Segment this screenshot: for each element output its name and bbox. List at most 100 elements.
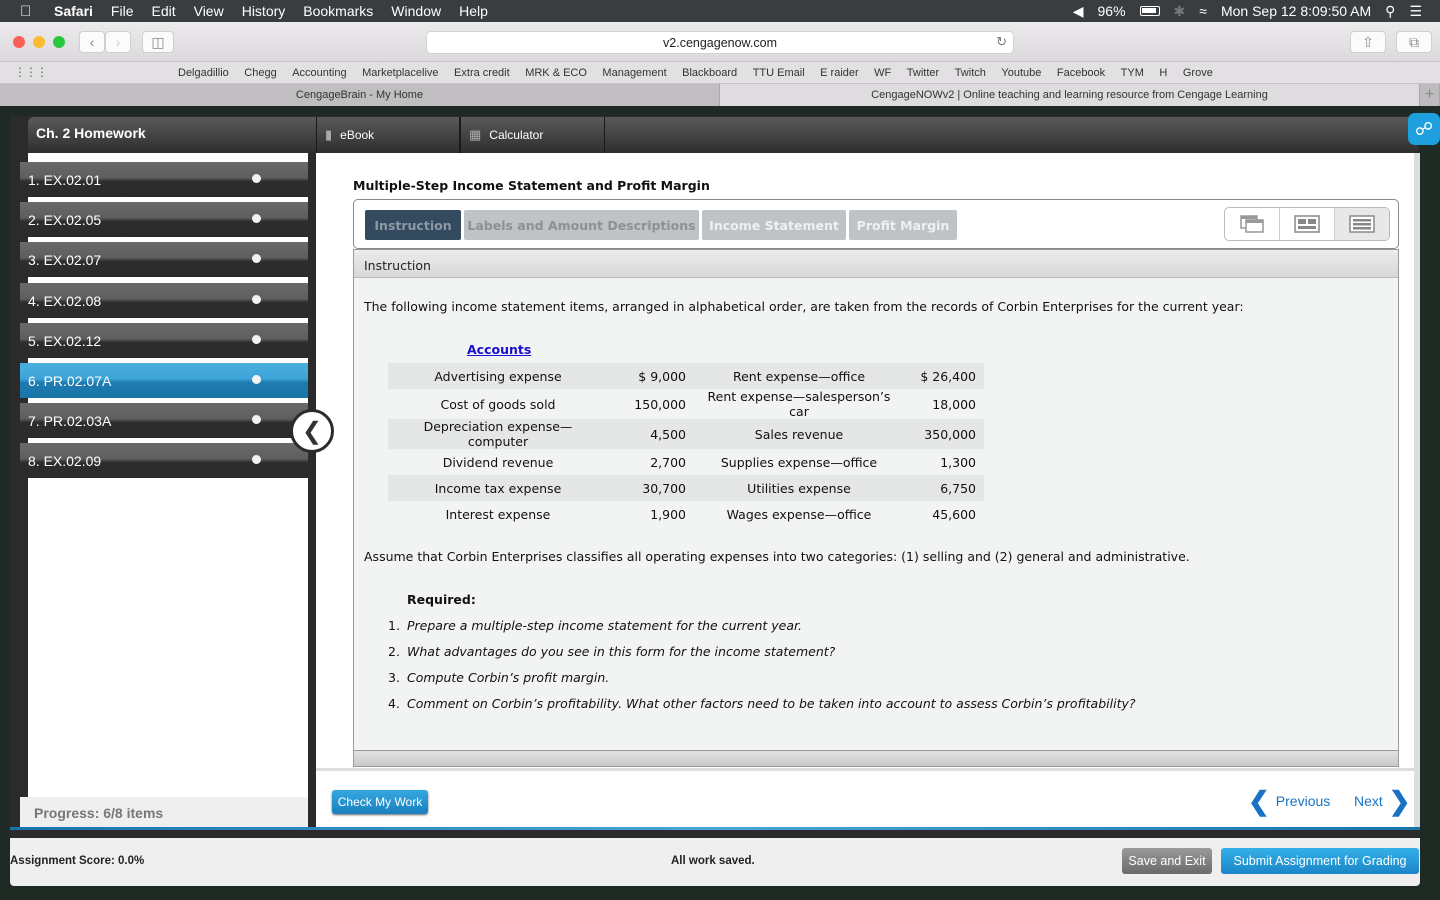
list-item: 4. Comment on Corbin’s profitability. Wha… (388, 696, 1136, 722)
browser-tab[interactable]: CengageBrain - My Home (0, 84, 720, 106)
layout-split-button[interactable] (1280, 208, 1335, 240)
menu-file[interactable]: File (111, 3, 134, 19)
bluetooth-icon[interactable]: ✱ (1174, 3, 1186, 20)
previous-button[interactable]: ❮ Previous (1248, 788, 1330, 814)
account-name: Rent expense—salesperson’s car (707, 389, 891, 419)
bookmark-item[interactable]: E raider (820, 67, 859, 79)
tabs-overview-icon[interactable]: ⧉ (1396, 31, 1432, 53)
menu-help[interactable]: Help (459, 3, 488, 19)
account-name: Income tax expense (388, 475, 608, 501)
status-dot-icon (252, 415, 261, 424)
apple-icon[interactable]:  (20, 3, 34, 20)
table-row: Interest expense 1,900 Wages expense—off… (388, 501, 984, 527)
account-value: 150,000 (634, 396, 686, 412)
layout-toggle-group (1224, 207, 1390, 241)
ebook-button[interactable]: ▮ eBook (316, 117, 460, 153)
account-name: Sales revenue (694, 419, 904, 449)
bookmark-item[interactable]: Chegg (244, 67, 276, 79)
wifi-icon[interactable]: ≈ (1199, 3, 1207, 19)
bookmark-item[interactable]: Twitter (907, 67, 939, 79)
table-row: Income tax expense 30,700 Utilities expe… (388, 475, 984, 501)
sidebar-item-1[interactable]: 1. EX.02.01 (20, 162, 308, 197)
layout-stacked-button[interactable] (1335, 208, 1389, 240)
spotlight-icon[interactable]: ⚲ (1385, 3, 1395, 20)
share-icon[interactable]: ⇧ (1350, 31, 1386, 53)
sidebar-item-6[interactable]: 6. PR.02.07A (20, 363, 308, 398)
status-dot-icon (252, 254, 261, 263)
collapse-sidebar-button[interactable]: ❮ (290, 409, 334, 453)
sidebar-item-3[interactable]: 3. EX.02.07 (20, 242, 308, 277)
close-window-button[interactable] (13, 36, 25, 48)
bookmark-item[interactable]: Blackboard (682, 67, 737, 79)
bookmark-item[interactable]: H (1159, 67, 1167, 79)
question-label: 4. EX.02.08 (28, 292, 102, 309)
status-dot-icon (252, 335, 261, 344)
reload-icon[interactable]: ↻ (996, 34, 1007, 50)
address-bar[interactable]: v2.cengagenow.com ↻ (426, 31, 1014, 54)
browser-tab-active[interactable]: CengageNOWv2 | Online teaching and learn… (720, 84, 1420, 106)
list-item: 3. Compute Corbin’s profit margin. (388, 670, 1136, 696)
assignment-score: Assignment Score: 0.0% (10, 855, 145, 867)
tab-instruction[interactable]: Instruction (365, 210, 461, 240)
menu-bookmarks[interactable]: Bookmarks (303, 3, 373, 19)
bookmark-item[interactable]: WF (874, 67, 891, 79)
top-sites-icon[interactable]: ⋮⋮⋮ (14, 65, 48, 79)
bookmark-item[interactable]: Facebook (1057, 67, 1105, 79)
menu-app-name[interactable]: Safari (54, 3, 93, 19)
bookmark-item[interactable]: Marketplacelive (362, 67, 438, 79)
menu-window[interactable]: Window (391, 3, 441, 19)
minimize-window-button[interactable] (33, 36, 45, 48)
forward-button[interactable]: › (105, 31, 131, 53)
save-and-exit-button[interactable]: Save and Exit (1122, 848, 1212, 874)
bookmark-item[interactable]: Accounting (292, 67, 346, 79)
main-scrollbar[interactable] (1414, 153, 1420, 827)
volume-icon[interactable]: ◀ (1073, 3, 1084, 20)
chevron-left-icon: ❮ (1248, 786, 1270, 816)
tab-income-statement[interactable]: Income Statement (702, 210, 846, 240)
sidebar-item-5[interactable]: 5. EX.02.12 (20, 323, 308, 358)
bookmark-item[interactable]: TYM (1121, 67, 1144, 79)
layout-windows-button[interactable] (1225, 208, 1280, 240)
sidebar-item-4[interactable]: 4. EX.02.08 (20, 283, 308, 318)
battery-icon[interactable] (1139, 6, 1160, 16)
bookmark-item[interactable]: Delgadillio (178, 67, 229, 79)
menu-view[interactable]: View (194, 3, 224, 19)
menu-edit[interactable]: Edit (151, 3, 175, 19)
list-item: 1. Prepare a multiple-step income stateme… (388, 618, 1136, 644)
next-label: Next (1354, 793, 1383, 809)
account-value: $ 26,400 (904, 363, 984, 389)
bookmark-item[interactable]: Extra credit (454, 67, 510, 79)
account-value: $ 9,000 (608, 363, 694, 389)
headset-icon: ☍ (1414, 118, 1434, 139)
bookmark-item[interactable]: Grove (1183, 67, 1213, 79)
required-list: 1. Prepare a multiple-step income stateme… (388, 618, 1136, 722)
bookmark-item[interactable]: Twitch (955, 67, 986, 79)
divider (316, 768, 1414, 771)
menu-history[interactable]: History (242, 3, 286, 19)
bookmark-item[interactable]: TTU Email (753, 67, 805, 79)
sidebar-item-8[interactable]: 8. EX.02.09 (20, 443, 308, 478)
sidebar-item-2[interactable]: 2. EX.02.05 (20, 202, 308, 237)
bookmark-item[interactable]: Youtube (1001, 67, 1041, 79)
new-tab-icon[interactable]: + (1420, 84, 1440, 106)
help-support-button[interactable]: ☍ (1408, 113, 1440, 145)
panel-footer (354, 750, 1398, 766)
submit-assignment-button[interactable]: Submit Assignment for Grading (1221, 848, 1419, 874)
bookmark-item[interactable]: MRK & ECO (525, 67, 587, 79)
sidebar-toggle-icon[interactable]: ◫ (142, 31, 174, 53)
zoom-window-button[interactable] (53, 36, 65, 48)
chevron-right-icon: ❯ (1388, 786, 1411, 816)
sidebar-item-7[interactable]: 7. PR.02.03A (20, 403, 308, 438)
tab-profit-margin[interactable]: Profit Margin (849, 210, 957, 240)
url-text: v2.cengagenow.com (663, 35, 777, 50)
tab-labels-amount-descriptions[interactable]: Labels and Amount Descriptions (464, 210, 699, 240)
table-row: Dividend revenue 2,700 Supplies expense—… (388, 449, 984, 475)
notification-center-icon[interactable]: ☰ (1409, 3, 1422, 20)
bookmark-item[interactable]: Management (602, 67, 666, 79)
status-dot-icon (252, 174, 261, 183)
next-button[interactable]: Next ❯ (1354, 788, 1411, 814)
clock[interactable]: Mon Sep 12 8:09:50 AM (1221, 3, 1371, 19)
check-my-work-button[interactable]: Check My Work (332, 790, 428, 814)
back-button[interactable]: ‹ (79, 31, 105, 53)
calculator-button[interactable]: ▦ Calculator (460, 117, 605, 153)
